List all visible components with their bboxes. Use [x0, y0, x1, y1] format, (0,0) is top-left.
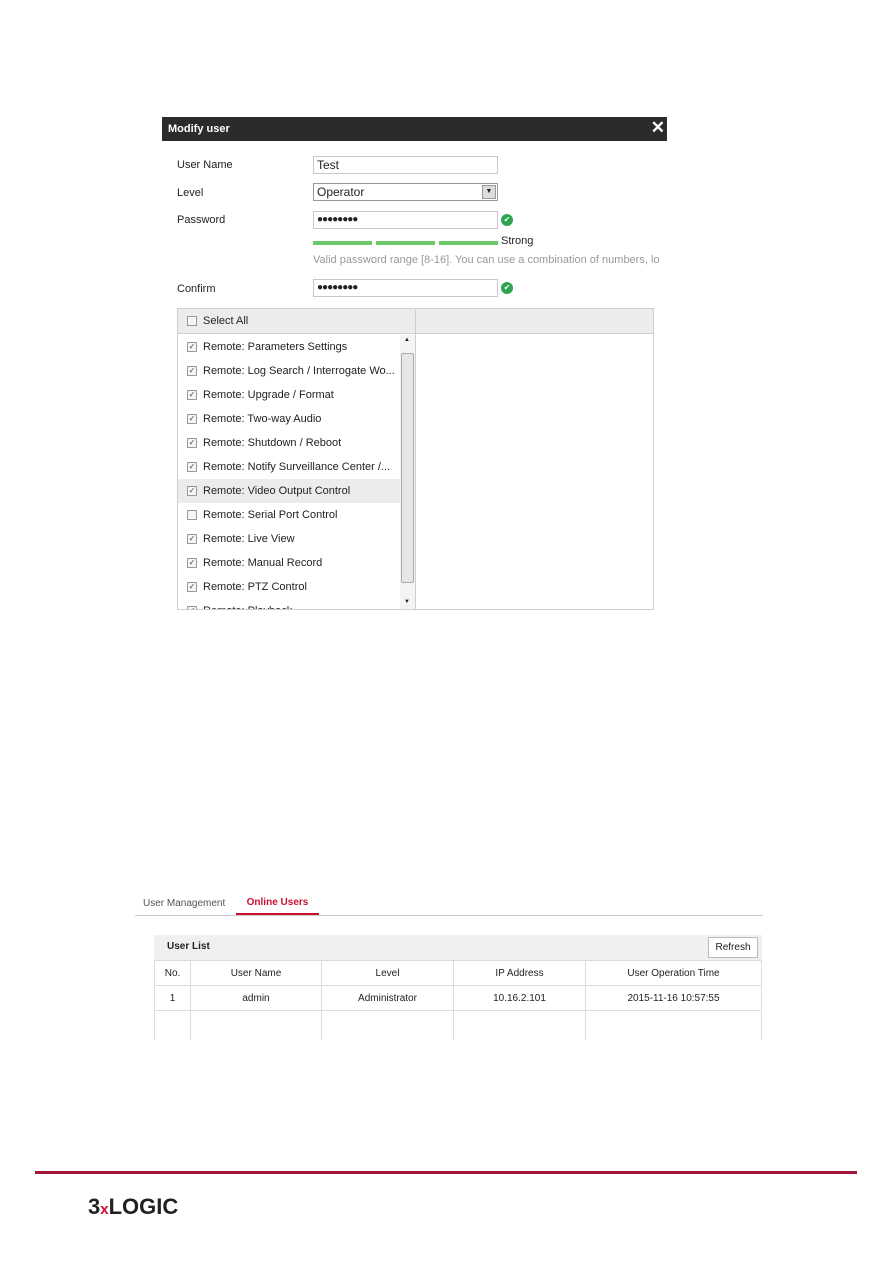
password-input[interactable]: ●●●●●●●●: [313, 211, 498, 229]
table-header-row: No. User Name Level IP Address User Oper…: [154, 960, 762, 986]
confirm-input[interactable]: ●●●●●●●●: [313, 279, 498, 297]
footer-line: [35, 1171, 857, 1174]
permission-label: Remote: PTZ Control: [203, 581, 307, 593]
user-list-header: User List Refresh: [154, 935, 762, 960]
divider: [415, 309, 416, 609]
strength-label: Strong: [501, 235, 534, 247]
tab-user-management[interactable]: User Management: [143, 898, 225, 909]
permission-item[interactable]: Remote: Serial Port Control: [178, 503, 400, 527]
permission-item[interactable]: ✓ Remote: Log Search / Interrogate Wo...: [178, 359, 400, 383]
permission-item[interactable]: ✓ Remote: Notify Surveillance Center /...: [178, 455, 400, 479]
checkbox[interactable]: ✓: [187, 534, 197, 545]
checkbox[interactable]: ✓: [187, 414, 197, 425]
dialog-title: Modify user: [168, 123, 230, 135]
permission-label: Remote: Playback: [203, 605, 292, 609]
col-ip: IP Address: [453, 960, 586, 986]
checkbox[interactable]: ✓: [187, 486, 197, 497]
permission-item[interactable]: ✓ Remote: Live View: [178, 527, 400, 551]
cell-no: 1: [154, 985, 191, 1011]
permission-item[interactable]: ✓ Remote: Upgrade / Format: [178, 383, 400, 407]
table-row[interactable]: 1 admin Administrator 10.16.2.101 2015-1…: [154, 985, 762, 1011]
permission-label: Remote: Parameters Settings: [203, 341, 348, 353]
logo: 3xLOGIC: [88, 1194, 179, 1219]
strength-bar-3: [439, 241, 498, 245]
cell-ip: 10.16.2.101: [453, 985, 586, 1011]
cell-user-name: admin: [190, 985, 322, 1011]
permission-panel: Select All ✓ Remote: Parameters Settings ✓…: [177, 308, 654, 610]
permission-label: Remote: Log Search / Interrogate Wo...: [203, 365, 395, 377]
checkbox[interactable]: ✓: [187, 438, 197, 449]
scrollbar[interactable]: ▲ ▼: [400, 335, 415, 609]
col-no: No.: [154, 960, 191, 986]
checkbox[interactable]: ✓: [187, 558, 197, 569]
permission-item[interactable]: ✓ Remote: Playback: [178, 599, 400, 609]
scroll-up-icon[interactable]: ▲: [404, 337, 410, 343]
col-user-name: User Name: [190, 960, 322, 986]
password-label: Password: [177, 214, 226, 226]
permission-item[interactable]: ✓ Remote: Two-way Audio: [178, 407, 400, 431]
level-label: Level: [177, 187, 204, 199]
scroll-down-icon[interactable]: ▼: [404, 599, 410, 605]
permission-label: Remote: Manual Record: [203, 557, 323, 569]
permission-label: Remote: Video Output Control: [203, 485, 351, 497]
checkbox[interactable]: ✓: [187, 462, 197, 473]
refresh-button[interactable]: Refresh: [708, 937, 758, 958]
user-list-title: User List: [167, 941, 210, 952]
permission-label: Remote: Live View: [203, 533, 295, 545]
check-icon: ✔: [501, 214, 513, 226]
checkbox[interactable]: [187, 510, 197, 521]
password-hint: Valid password range [8-16]. You can use…: [313, 254, 660, 266]
tab-online-users[interactable]: Online Users: [236, 897, 319, 915]
cell-time: 2015-11-16 10:57:55: [585, 985, 762, 1011]
level-value: Operator: [317, 185, 365, 199]
permission-item[interactable]: ✓ Remote: Parameters Settings: [178, 335, 400, 359]
permission-item[interactable]: ✓ Remote: Video Output Control: [178, 479, 400, 503]
scrollbar-thumb[interactable]: [401, 353, 414, 583]
permission-label: Remote: Shutdown / Reboot: [203, 437, 342, 449]
col-level: Level: [321, 960, 454, 986]
level-select[interactable]: Operator ▼: [313, 183, 498, 201]
permission-label: Remote: Notify Surveillance Center /...: [203, 461, 391, 473]
chevron-down-icon[interactable]: ▼: [482, 185, 496, 199]
select-all-label: Select All: [203, 315, 249, 327]
permission-label: Remote: Two-way Audio: [203, 413, 322, 425]
cell-level: Administrator: [321, 985, 454, 1011]
tab-divider: [135, 915, 763, 916]
username-input[interactable]: Test: [313, 156, 498, 174]
check-icon: ✔: [501, 282, 513, 294]
permission-item[interactable]: ✓ Remote: Shutdown / Reboot: [178, 431, 400, 455]
permission-item[interactable]: ✓ Remote: PTZ Control: [178, 575, 400, 599]
strength-bar-2: [376, 241, 435, 245]
confirm-label: Confirm: [177, 283, 216, 295]
select-all-checkbox[interactable]: Select All: [187, 315, 248, 327]
permission-label: Remote: Serial Port Control: [203, 509, 338, 521]
checkbox[interactable]: ✓: [187, 606, 197, 609]
checkbox[interactable]: ✓: [187, 582, 197, 593]
checkbox[interactable]: ✓: [187, 342, 197, 353]
checkbox[interactable]: ✓: [187, 366, 197, 377]
table-row-empty: [154, 1010, 762, 1040]
checkbox[interactable]: ✓: [187, 390, 197, 401]
checkbox: [187, 316, 197, 327]
permission-label: Remote: Upgrade / Format: [203, 389, 334, 401]
user-table: No. User Name Level IP Address User Oper…: [154, 960, 762, 1040]
strength-bar-1: [313, 241, 372, 245]
permission-item[interactable]: ✓ Remote: Manual Record: [178, 551, 400, 575]
dialog-header: Modify user ✕: [162, 117, 667, 141]
close-icon[interactable]: ✕: [651, 117, 665, 139]
username-label: User Name: [177, 159, 233, 171]
col-time: User Operation Time: [585, 960, 762, 986]
